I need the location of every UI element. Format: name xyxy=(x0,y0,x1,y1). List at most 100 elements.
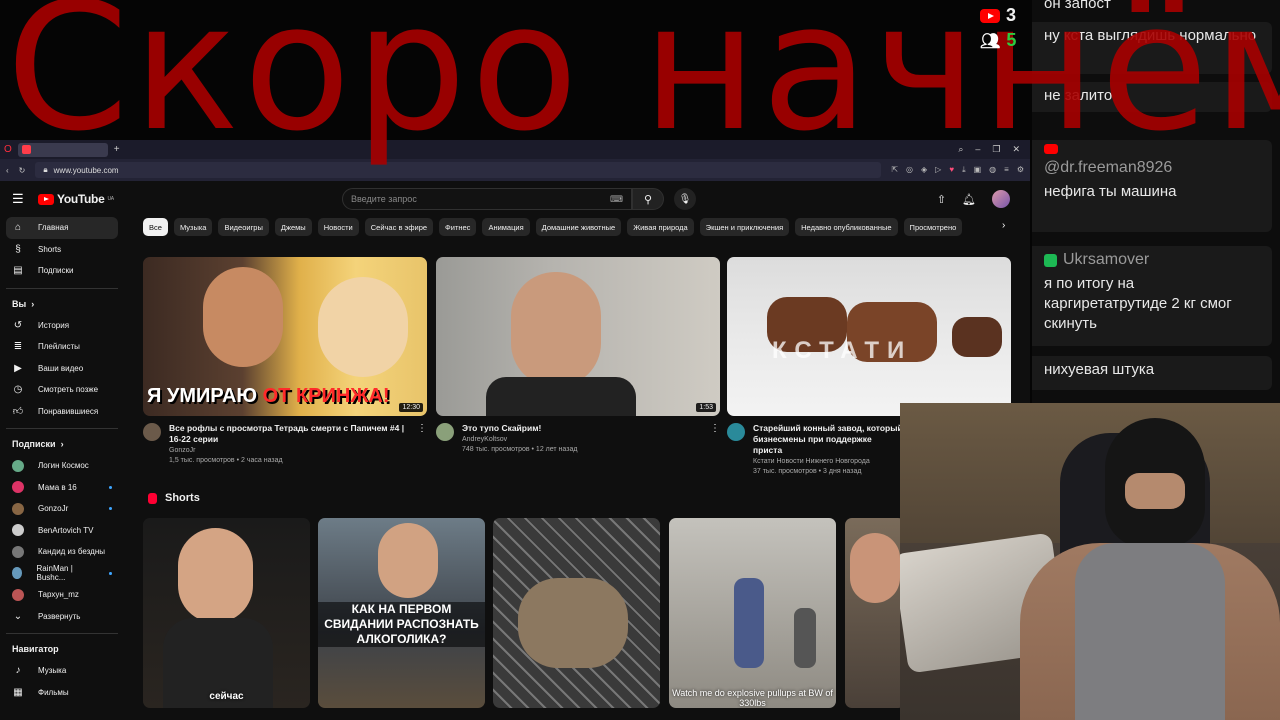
sidebar-item-subscription[interactable]: GonzoJr xyxy=(6,498,118,520)
chevron-down-icon: ⌄ xyxy=(13,610,23,622)
heart-icon[interactable]: ♥ xyxy=(949,165,954,175)
voice-search-button[interactable]: 🎙︎ xyxy=(674,188,696,210)
chip[interactable]: Видеоигры xyxy=(218,218,269,236)
short-card[interactable]: Watch me do explosive pullups at BW of 3… xyxy=(669,518,836,708)
sidebar-item-your-videos[interactable]: ▶ Ваши видео xyxy=(6,358,118,380)
video-stats: 37 тыс. просмотров • 3 дня назад xyxy=(753,468,862,475)
hamburger-menu-icon[interactable]: ☰ xyxy=(12,191,38,207)
sidebar-item-shorts[interactable]: § Shorts xyxy=(6,239,118,261)
sidebar-item-watch-later[interactable]: ◷ Смотреть позже xyxy=(6,379,118,401)
chat-username: @dr.freeman8926 xyxy=(1044,159,1173,176)
chip[interactable]: Домашние животные xyxy=(535,218,622,236)
thumbs-up-icon: 👍︎ xyxy=(12,406,24,418)
sidebar-item-subscription[interactable]: Логин Космос xyxy=(6,455,118,477)
video-card[interactable]: 1:53 Это тупо Скайрим! AndreyKoltsov 748… xyxy=(436,257,720,453)
chip[interactable]: Сейчас в эфире xyxy=(364,218,434,236)
sidebar-item-playlists[interactable]: ≣ Плейлисты xyxy=(6,336,118,358)
sidebar-item-films[interactable]: ▦ Фильмы xyxy=(6,682,118,704)
new-tab-button[interactable]: + xyxy=(114,144,120,155)
more-options-icon[interactable]: ⋮ xyxy=(710,423,720,434)
video-meta: Это тупо Скайрим! AndreyKoltsov 748 тыс.… xyxy=(436,423,720,453)
channel-avatar[interactable] xyxy=(143,423,161,441)
sidebar-item-label: Главная xyxy=(38,223,69,233)
sidebar-item-subscription[interactable]: Тархун_mz xyxy=(6,584,118,606)
sidebar-item-label: Плейлисты xyxy=(38,342,80,352)
close-button[interactable]: ✕ xyxy=(1012,144,1020,155)
keyboard-icon[interactable]: ⌨ xyxy=(610,194,623,205)
bell-icon[interactable]: 🔔︎ xyxy=(962,193,976,206)
chip[interactable]: Недавно опубликованные xyxy=(795,218,898,236)
chip[interactable]: Просмотрено xyxy=(903,218,963,236)
sidebar-item-history[interactable]: ↺ История xyxy=(6,315,118,337)
url-field[interactable]: 🔒︎ www.youtube.com xyxy=(35,162,882,178)
youtube-header: ☰ YouTube UA Введите запрос ⌨ ⚲ 🎙︎ ⇧ 🔔︎ xyxy=(0,181,1030,217)
profile-icon[interactable]: ◍ xyxy=(989,165,996,175)
sidebar-item-expand[interactable]: ⌄ Развернуть xyxy=(6,606,118,628)
search-tabs-icon[interactable]: ⌕ xyxy=(958,144,963,155)
section-title: Навигатор xyxy=(12,644,59,654)
video-thumbnail[interactable]: Я УМИРАЮ ОТ КРИНЖА! 12:30 xyxy=(143,257,427,416)
avatar[interactable] xyxy=(992,190,1010,208)
sidebar-item-subscription[interactable]: RainMan | Bushc... xyxy=(6,563,118,585)
chip[interactable]: Фитнес xyxy=(439,218,477,236)
chip[interactable]: Джемы xyxy=(274,218,312,236)
sidebar-item-home[interactable]: ⌂ Главная xyxy=(6,217,118,239)
short-card[interactable]: КАК НА ПЕРВОМ СВИДАНИИ РАСПОЗНАТЬ АЛКОГО… xyxy=(318,518,485,708)
video-title[interactable]: Все рофлы с просмотра Тетрадь смерти с П… xyxy=(169,423,415,445)
viewer-counters: 3 👥︎ 5 xyxy=(980,3,1016,53)
sidebar-item-subscriptions[interactable]: ▤ Подписки xyxy=(6,260,118,282)
browser-window: O + ⌕ – ❐ ✕ ‹ ↻ 🔒︎ www.youtube.com ⇱ ◎ ◈… xyxy=(0,140,1030,720)
download-icon[interactable]: ⤓ xyxy=(962,165,966,175)
video-card[interactable]: Я УМИРАЮ ОТ КРИНЖА! 12:30 Все рофлы с пр… xyxy=(143,257,427,464)
video-title[interactable]: Это тупо Скайрим! xyxy=(462,423,708,434)
count-value: 5 xyxy=(1006,30,1017,50)
chip[interactable]: Новости xyxy=(317,218,359,236)
minimize-button[interactable]: – xyxy=(975,144,980,155)
reload-icon[interactable]: ↻ xyxy=(19,166,26,175)
chip[interactable]: Все xyxy=(143,218,168,236)
camera-icon[interactable]: ◎ xyxy=(906,165,913,175)
channel-avatar[interactable] xyxy=(436,423,454,441)
channel-avatar[interactable] xyxy=(727,423,745,441)
chip[interactable]: Живая природа xyxy=(627,218,694,236)
search-button[interactable]: ⚲ xyxy=(632,188,664,210)
chip[interactable]: Экшен и приключения xyxy=(699,218,790,236)
tab-youtube[interactable] xyxy=(17,142,108,157)
maximize-button[interactable]: ❐ xyxy=(992,144,1000,155)
video-thumbnail[interactable]: 1:53 xyxy=(436,257,720,416)
short-card[interactable] xyxy=(493,518,660,708)
share-icon[interactable]: ⇱ xyxy=(891,165,898,175)
sidebar-item-liked[interactable]: 👍︎ Понравившиеся xyxy=(6,401,118,423)
opera-icon[interactable]: O xyxy=(4,144,12,155)
channel-name[interactable]: GonzoJr xyxy=(169,447,415,454)
short-card[interactable]: сейчас xyxy=(143,518,310,708)
sidebar-item-label: Логин Космос xyxy=(38,461,89,471)
more-options-icon[interactable]: ⋮ xyxy=(417,423,427,434)
channel-name[interactable]: AndreyKoltsov xyxy=(462,436,708,443)
sidebar-section-you[interactable]: Вы › xyxy=(6,293,130,315)
sidebar-item-subscription[interactable]: BenArtovich TV xyxy=(6,520,118,542)
chevron-right-icon[interactable]: › xyxy=(1002,220,1005,231)
settings-icon[interactable]: ⚙ xyxy=(1017,165,1024,175)
chat-message: Ukrsamover я по итогу на каргиретатрутид… xyxy=(1032,246,1272,346)
play-icon[interactable]: ▷ xyxy=(935,165,941,175)
channel-name[interactable]: Кстати Новости Нижнего Новгорода xyxy=(753,458,903,465)
search-input[interactable]: Введите запрос ⌨ xyxy=(342,188,632,210)
shield-icon[interactable]: ◈ xyxy=(921,165,927,175)
youtube-viewer-count: 3 xyxy=(980,3,1016,28)
upload-icon[interactable]: ⇧ xyxy=(937,193,946,206)
video-title[interactable]: Старейший конный завод, который бизнесме… xyxy=(753,423,903,456)
sidebar-item-subscription[interactable]: Кандид из бездны xyxy=(6,541,118,563)
chip[interactable]: Анимация xyxy=(482,218,530,236)
chip[interactable]: Музыка xyxy=(173,218,213,236)
sidebar-section-subscriptions[interactable]: Подписки › xyxy=(6,433,130,455)
back-icon[interactable]: ‹ xyxy=(6,166,9,175)
menu-icon[interactable]: ≡ xyxy=(1004,165,1009,175)
video-thumbnail[interactable]: КСТАТИ xyxy=(727,257,1011,416)
short-card[interactable] xyxy=(845,518,905,708)
sidebar-item-music[interactable]: ♪ Музыка xyxy=(6,660,118,682)
chat-message: нихуевая штука xyxy=(1032,356,1272,390)
youtube-logo[interactable]: YouTube UA xyxy=(38,192,114,206)
sidebar-item-subscription[interactable]: Мама в 16 xyxy=(6,477,118,499)
gift-icon[interactable]: ▣ xyxy=(974,165,982,175)
